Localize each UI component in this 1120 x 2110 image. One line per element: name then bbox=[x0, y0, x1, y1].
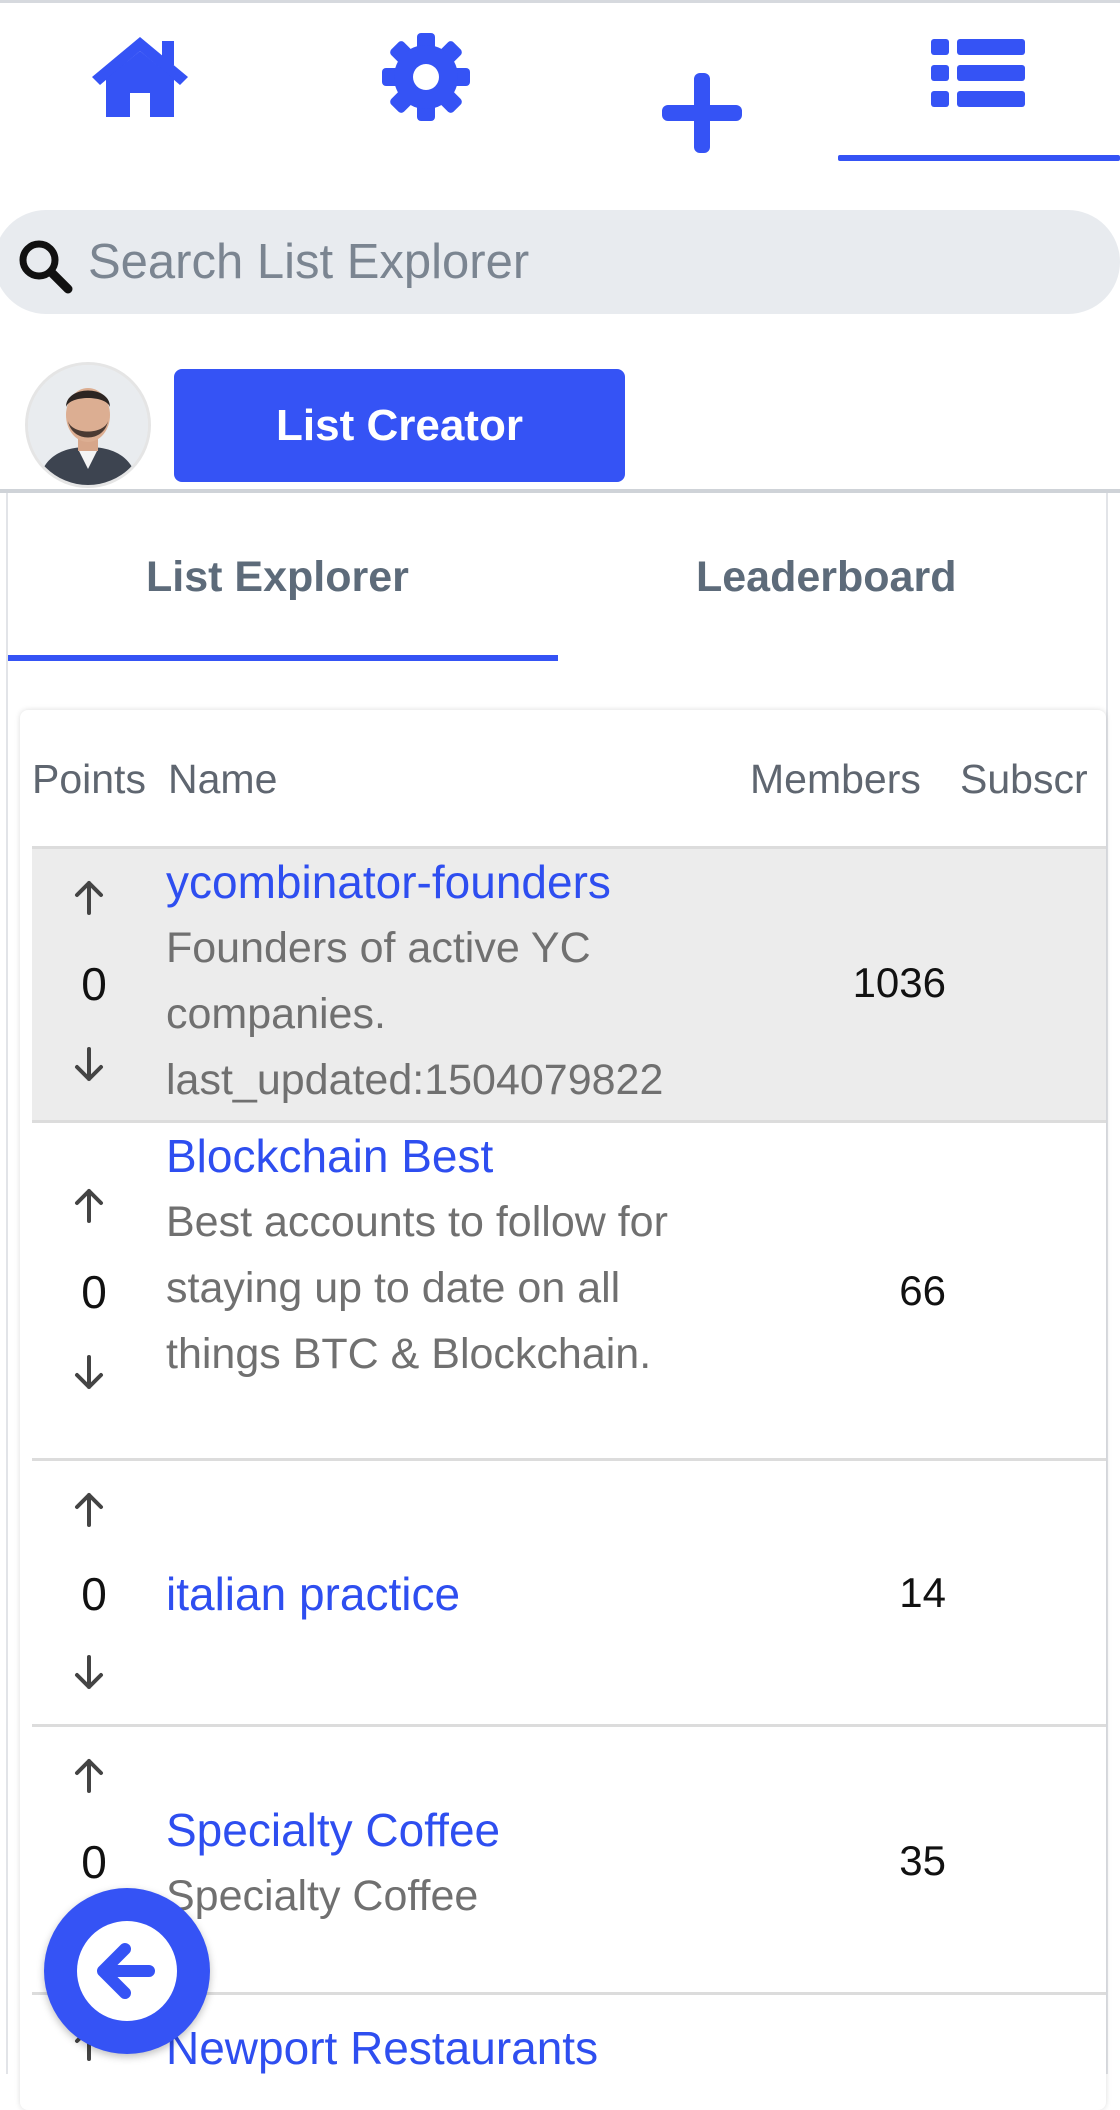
nav-settings[interactable] bbox=[326, 3, 526, 163]
points-value: 0 bbox=[81, 1568, 107, 1620]
table-row[interactable]: 0 Blockchain Best Best accounts to follo… bbox=[32, 1120, 1106, 1458]
points-value: 0 bbox=[81, 1836, 107, 1888]
downvote-arrow-icon[interactable] bbox=[72, 1353, 106, 1391]
nav-lists[interactable] bbox=[878, 3, 1078, 163]
back-button[interactable] bbox=[44, 1888, 210, 2054]
column-header-members[interactable]: Members bbox=[750, 756, 921, 803]
list-info: Specialty Coffee Specialty Coffee bbox=[166, 1797, 726, 1929]
list-description: Best accounts to follow for staying up t… bbox=[166, 1198, 668, 1378]
members-count: 14 bbox=[899, 1569, 946, 1616]
list-info: Blockchain Best Best accounts to follow … bbox=[166, 1123, 706, 1387]
list-info: ycombinator-founders Founders of active … bbox=[166, 849, 726, 1113]
tab-leaderboard[interactable]: Leaderboard bbox=[696, 553, 956, 602]
nav-active-indicator bbox=[838, 155, 1120, 161]
list-name-link[interactable]: italian practice bbox=[166, 1561, 726, 1627]
points-value: 0 bbox=[81, 958, 107, 1010]
search-icon bbox=[19, 240, 73, 294]
nav-add[interactable] bbox=[602, 3, 802, 163]
gear-icon bbox=[382, 33, 470, 121]
upvote-arrow-icon[interactable] bbox=[72, 879, 106, 917]
list-name-link[interactable]: Newport Restaurants bbox=[166, 2015, 726, 2081]
list-description: Founders of active YC companies. last_up… bbox=[166, 924, 664, 1104]
tab-active-indicator bbox=[8, 655, 558, 661]
arrow-left-circle-icon bbox=[77, 1921, 177, 2021]
list-name-link[interactable]: ycombinator-founders bbox=[166, 849, 726, 915]
avatar[interactable] bbox=[25, 362, 151, 488]
list-creator-button[interactable]: List Creator bbox=[174, 369, 625, 482]
nav-home[interactable] bbox=[40, 3, 240, 163]
list-description: Specialty Coffee bbox=[166, 1872, 479, 1920]
table-row[interactable]: 0 italian practice 14 bbox=[32, 1458, 1106, 1724]
upvote-arrow-icon[interactable] bbox=[72, 1491, 106, 1529]
search-input[interactable] bbox=[88, 232, 1068, 292]
search-bar[interactable] bbox=[0, 210, 1120, 314]
column-header-points[interactable]: Points bbox=[32, 756, 146, 803]
home-icon bbox=[92, 37, 188, 117]
list-info: Newport Restaurants bbox=[166, 2015, 726, 2081]
list-info: italian practice bbox=[166, 1561, 726, 1627]
list-name-link[interactable]: Blockchain Best bbox=[166, 1123, 706, 1189]
column-header-subscribers[interactable]: Subscr bbox=[960, 756, 1088, 803]
user-photo bbox=[28, 365, 148, 485]
table-row[interactable]: 0 ycombinator-founders Founders of activ… bbox=[32, 846, 1106, 1120]
members-count: 1036 bbox=[852, 959, 946, 1006]
list-icon bbox=[931, 39, 1025, 107]
column-header-name[interactable]: Name bbox=[168, 756, 277, 803]
lists-table: Points Name Members Subscr 0 ycombinator… bbox=[20, 710, 1106, 2110]
downvote-arrow-icon[interactable] bbox=[72, 1045, 106, 1083]
points-value: 0 bbox=[81, 1266, 107, 1318]
tab-list-explorer[interactable]: List Explorer bbox=[146, 553, 409, 602]
downvote-arrow-icon[interactable] bbox=[72, 1653, 106, 1691]
upvote-arrow-icon[interactable] bbox=[72, 1187, 106, 1225]
members-count: 66 bbox=[899, 1267, 946, 1314]
upvote-arrow-icon[interactable] bbox=[72, 1757, 106, 1795]
members-count: 35 bbox=[899, 1837, 946, 1884]
list-panel: List Explorer Leaderboard Points Name Me… bbox=[6, 493, 1108, 2110]
top-nav bbox=[0, 3, 1120, 163]
plus-icon bbox=[662, 73, 742, 153]
list-name-link[interactable]: Specialty Coffee bbox=[166, 1797, 726, 1863]
